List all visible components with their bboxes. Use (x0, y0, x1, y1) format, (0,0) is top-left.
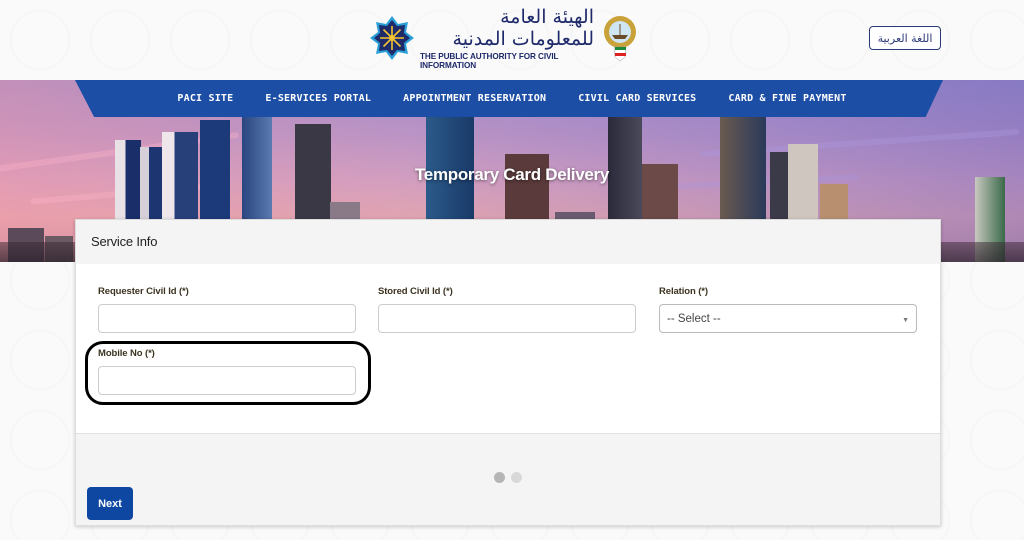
card-header: Service Info (76, 220, 940, 264)
step-indicator (494, 472, 522, 483)
language-toggle-button[interactable]: اللغة العربية (869, 26, 941, 50)
nav-item-card-fine-payment[interactable]: CARD & FINE PAYMENT (712, 93, 862, 104)
mobile-no-label: Mobile No (*) (98, 348, 155, 359)
stored-civil-id-input[interactable] (378, 304, 636, 333)
mobile-no-input[interactable] (98, 366, 356, 395)
page-title: Temporary Card Delivery (414, 165, 610, 184)
paci-star-emblem-icon (370, 16, 414, 60)
main-navigation: PACI SITE E-SERVICES PORTAL APPOINTMENT … (0, 80, 1024, 117)
nav-item-paci-site[interactable]: PACI SITE (161, 93, 249, 104)
relation-group: Relation (*) -- Select -- ▼ (659, 286, 917, 333)
logo-arabic-name: الهيئة العامة للمعلومات المدنية (452, 6, 595, 50)
step-dot-active (494, 472, 505, 483)
relation-selected-value: -- Select -- (667, 312, 721, 325)
service-info-card: Service Info Requester Civil Id (*) Stor… (75, 219, 941, 526)
mobile-no-group: Mobile No (*) (98, 348, 356, 395)
step-dot-inactive (511, 472, 522, 483)
kuwait-coat-of-arms-icon (604, 16, 636, 62)
relation-select[interactable]: -- Select -- ▼ (659, 304, 917, 333)
nav-item-e-services-portal[interactable]: E-SERVICES PORTAL (249, 93, 387, 104)
caret-down-icon: ▼ (902, 316, 909, 324)
stored-civil-id-label: Stored Civil Id (*) (378, 286, 453, 297)
logo-english-name: THE PUBLIC AUTHORITY FOR CIVIL INFORMATI… (420, 52, 559, 70)
nav-item-civil-card-services[interactable]: CIVIL CARD SERVICES (562, 93, 712, 104)
requester-civil-id-label: Requester Civil Id (*) (98, 286, 189, 297)
requester-civil-id-group: Requester Civil Id (*) (98, 286, 356, 333)
card-footer: Next (76, 433, 940, 525)
paci-logo[interactable]: الهيئة العامة للمعلومات المدنية THE PUBL… (368, 6, 640, 70)
relation-label: Relation (*) (659, 286, 708, 297)
next-button[interactable]: Next (87, 487, 133, 520)
stored-civil-id-group: Stored Civil Id (*) (378, 286, 636, 333)
requester-civil-id-input[interactable] (98, 304, 356, 333)
section-title: Service Info (91, 234, 158, 249)
site-header: الهيئة العامة للمعلومات المدنية THE PUBL… (0, 0, 1024, 80)
nav-item-appointment-reservation[interactable]: APPOINTMENT RESERVATION (387, 93, 562, 104)
